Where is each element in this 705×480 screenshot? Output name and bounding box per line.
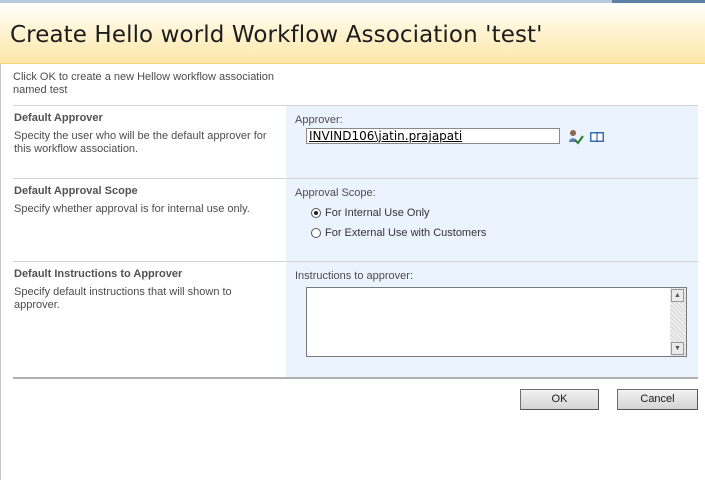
section-label-column: Default Approver Specity the user who wi…: [13, 106, 286, 178]
approver-people-picker[interactable]: INVIND106\jatin.prajapati: [306, 128, 560, 144]
scroll-down-icon[interactable]: ▼: [671, 342, 684, 355]
intro-text: Click OK to create a new Hellow workflow…: [13, 71, 275, 96]
footer-divider: [13, 377, 698, 379]
section-label-column: Default Instructions to Approver Specify…: [13, 262, 286, 377]
section-field-column: Approval Scope: For Internal Use Only Fo…: [286, 179, 698, 261]
section-heading: Default Instructions to Approver: [14, 268, 183, 280]
section-label-column: Default Approval Scope Specify whether a…: [13, 179, 286, 261]
approval-scope-label: Approval Scope:: [295, 187, 376, 199]
radio-label: For Internal Use Only: [325, 207, 430, 219]
section-field-column: Instructions to approver: ▲ ▼: [286, 262, 698, 377]
instructions-label: Instructions to approver:: [295, 270, 414, 282]
approver-label: Approver:: [295, 114, 343, 126]
section-heading: Default Approver: [14, 112, 103, 124]
address-book-icon[interactable]: [589, 129, 605, 145]
radio-internal[interactable]: [311, 208, 321, 218]
instructions-textarea[interactable]: ▲ ▼: [306, 287, 687, 357]
section-default-approver: Default Approver Specity the user who wi…: [13, 106, 698, 178]
scroll-up-icon[interactable]: ▲: [671, 289, 684, 302]
check-names-icon[interactable]: [568, 129, 584, 145]
section-description: Specity the user who will be the default…: [14, 130, 267, 155]
section-description: Specify default instructions that will s…: [14, 286, 232, 311]
title-banner: Create Hello world Workflow Association …: [0, 3, 705, 64]
section-description: Specify whether approval is for internal…: [14, 203, 250, 215]
ok-button[interactable]: OK: [520, 389, 599, 410]
radio-label: For External Use with Customers: [325, 227, 487, 239]
cancel-button[interactable]: Cancel: [617, 389, 698, 410]
section-approval-scope: Default Approval Scope Specify whether a…: [13, 179, 698, 261]
page-title: Create Hello world Workflow Association …: [10, 22, 543, 48]
dialog-left-border: [0, 64, 1, 480]
section-instructions: Default Instructions to Approver Specify…: [13, 262, 698, 377]
section-field-column: Approver: INVIND106\jatin.prajapati: [286, 106, 698, 178]
textarea-scrollbar[interactable]: ▲ ▼: [670, 288, 686, 356]
section-heading: Default Approval Scope: [14, 185, 138, 197]
radio-external[interactable]: [311, 228, 321, 238]
